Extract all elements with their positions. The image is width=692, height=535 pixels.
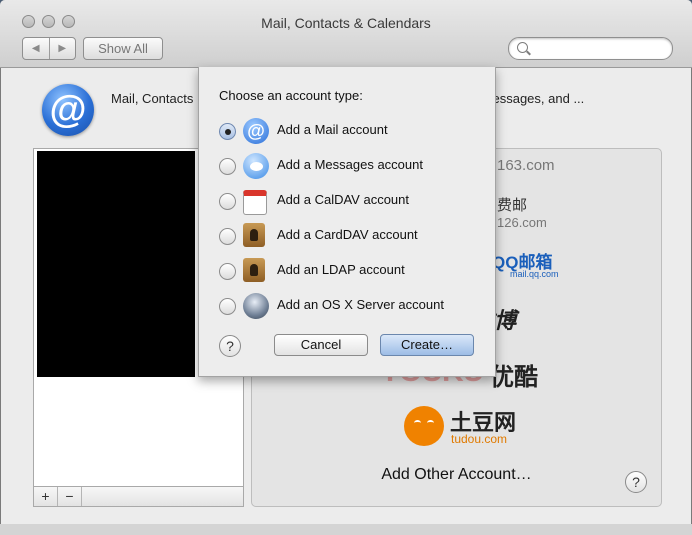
provider-163-label[interactable]: 163.com: [497, 157, 555, 174]
search-icon: [517, 42, 528, 53]
radio-mail-account[interactable]: [219, 123, 236, 140]
provider-qq-sub-label: mail.qq.com: [510, 269, 559, 279]
help-button[interactable]: ?: [625, 471, 647, 493]
window-title: Mail, Contacts & Calendars: [261, 15, 431, 31]
address-book-icon: [243, 223, 265, 247]
mail-at-icon: @: [243, 118, 269, 144]
back-button[interactable]: ◀: [23, 38, 49, 59]
radio-carddav-account[interactable]: [219, 228, 236, 245]
window-bottom-bar: [0, 524, 692, 535]
cancel-button[interactable]: Cancel: [274, 334, 368, 356]
option-label: Add a CardDAV account: [277, 227, 418, 242]
account-list-placeholder: [37, 151, 195, 377]
calendar-icon: [243, 190, 267, 215]
directory-book-icon: [243, 258, 265, 282]
option-label: Add a CalDAV account: [277, 192, 409, 207]
show-all-button[interactable]: Show All: [83, 37, 163, 60]
navigation-buttons: ◀ ▶: [22, 37, 76, 60]
messages-bubble-icon: [243, 153, 269, 179]
option-label: Add a Mail account: [277, 122, 388, 137]
provider-126-cn-label[interactable]: 费邮: [497, 194, 527, 215]
create-button[interactable]: Create…: [380, 334, 474, 356]
provider-126-label[interactable]: 126.com: [497, 215, 547, 230]
sheet-title: Choose an account type:: [219, 88, 363, 103]
sheet-help-button[interactable]: ?: [219, 335, 241, 357]
tudou-logo-icon[interactable]: [404, 406, 444, 446]
provider-tudou-sub-label: tudou.com: [451, 432, 508, 446]
option-messages-account[interactable]: Add a Messages account: [219, 152, 489, 180]
radio-ldap-account[interactable]: [219, 263, 236, 280]
option-label: Add an LDAP account: [277, 262, 405, 277]
radio-osx-server-account[interactable]: [219, 298, 236, 315]
option-carddav-account[interactable]: Add a CardDAV account: [219, 222, 489, 250]
account-type-sheet: Choose an account type: @ Add a Mail acc…: [198, 67, 496, 377]
preferences-window: Mail, Contacts & Calendars ◀ ▶ Show All …: [0, 0, 692, 535]
search-field[interactable]: [508, 37, 673, 60]
option-caldav-account[interactable]: Add a CalDAV account: [219, 187, 489, 215]
option-label: Add a Messages account: [277, 157, 423, 172]
provider-youku-cn-label[interactable]: 优酷: [490, 357, 538, 392]
title-bar: Mail, Contacts & Calendars ◀ ▶ Show All: [0, 0, 692, 68]
option-osx-server-account[interactable]: Add an OS X Server account: [219, 292, 489, 320]
option-mail-account[interactable]: @ Add a Mail account: [219, 117, 489, 145]
radio-messages-account[interactable]: [219, 158, 236, 175]
add-account-button[interactable]: +: [34, 487, 58, 506]
server-globe-icon: [243, 293, 269, 319]
remove-account-button[interactable]: −: [58, 487, 82, 506]
add-other-account-button[interactable]: Add Other Account…: [252, 466, 661, 484]
mail-contacts-calendars-icon: @: [42, 84, 94, 136]
accounts-list-footer: + −: [33, 486, 244, 507]
option-ldap-account[interactable]: Add an LDAP account: [219, 257, 489, 285]
radio-caldav-account[interactable]: [219, 193, 236, 210]
forward-button[interactable]: ▶: [48, 38, 76, 59]
option-label: Add an OS X Server account: [277, 297, 444, 312]
